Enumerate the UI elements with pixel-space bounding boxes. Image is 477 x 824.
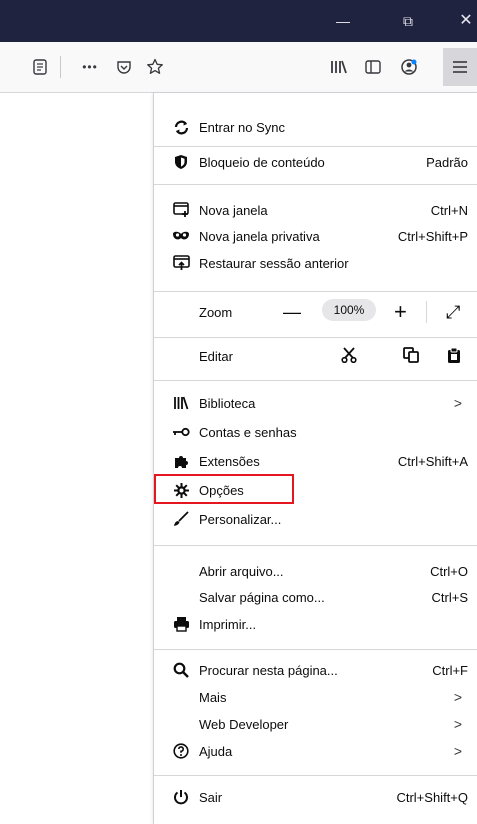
restore-session-icon (172, 254, 190, 272)
zoom-label: Zoom (199, 304, 233, 320)
shortcut-label: Ctrl+Shift+Q (396, 789, 468, 805)
key-icon (172, 423, 190, 441)
puzzle-piece-icon (172, 452, 190, 470)
menu-item-new-window[interactable]: Nova janela Ctrl+N (154, 197, 477, 223)
hamburger-menu-icon[interactable] (443, 48, 477, 86)
bookmark-star-icon[interactable] (145, 54, 165, 80)
menu-item-help[interactable]: Ajuda > (154, 738, 477, 764)
title-bar: — ⧉ ✕ (0, 0, 477, 42)
paste-icon[interactable] (447, 347, 461, 367)
menu-item-customize[interactable]: Personalizar... (154, 506, 477, 532)
private-mask-icon (172, 227, 190, 245)
menu-item-logins[interactable]: Contas e senhas (154, 419, 477, 445)
menu-item-open-file[interactable]: Abrir arquivo... Ctrl+O (154, 558, 477, 584)
zoom-in-button[interactable]: + (394, 301, 407, 323)
toolbar: ••• (0, 42, 477, 93)
menu-item-library[interactable]: Biblioteca > (154, 390, 477, 416)
submenu-arrow-icon: > (453, 395, 462, 411)
menu-item-label: Imprimir... (199, 616, 257, 632)
menu-separator (154, 775, 477, 776)
reader-view-icon[interactable] (30, 54, 50, 80)
menu-item-content-blocking[interactable]: Bloqueio de conteúdo Padrão (154, 149, 477, 175)
account-icon[interactable] (398, 54, 420, 80)
submenu-arrow-icon: > (453, 716, 462, 732)
menu-item-web-developer[interactable]: Web Developer > (154, 711, 477, 737)
sidebar-icon[interactable] (362, 54, 384, 80)
shortcut-label: Ctrl+O (430, 563, 468, 579)
edit-controls: Editar (154, 343, 477, 369)
menu-item-print[interactable]: Imprimir... (154, 611, 477, 637)
power-icon (172, 788, 190, 806)
fullscreen-button[interactable]: ⤢ (446, 301, 460, 323)
menu-item-label: Entrar no Sync (199, 119, 285, 135)
search-icon (172, 661, 190, 679)
shortcut-label: Ctrl+S (431, 589, 468, 605)
menu-item-label: Personalizar... (199, 511, 282, 527)
menu-separator (154, 337, 477, 338)
shortcut-label: Ctrl+Shift+P (397, 228, 468, 244)
menu-item-label: Nova janela (199, 202, 268, 218)
menu-item-sync[interactable]: Entrar no Sync (154, 114, 477, 140)
shortcut-label: Ctrl+N (430, 202, 468, 218)
menu-item-label: Extensões (199, 453, 260, 469)
new-window-icon (172, 201, 190, 219)
sync-icon (172, 118, 190, 136)
zoom-controls: Zoom — 100% + ⤢ (154, 299, 477, 325)
menu-item-label: Biblioteca (199, 395, 256, 411)
menu-item-label: Procurar nesta página... (199, 662, 338, 678)
menu-item-restore-session[interactable]: Restaurar sessão anterior (154, 250, 477, 276)
menu-separator (154, 545, 477, 546)
toolbar-separator (60, 56, 61, 78)
help-icon (172, 742, 190, 760)
menu-item-label: Nova janela privativa (199, 228, 320, 244)
menu-item-more[interactable]: Mais > (154, 684, 477, 710)
menu-item-addons[interactable]: Extensões Ctrl+Shift+A (154, 448, 477, 474)
paintbrush-icon (172, 510, 190, 528)
zoom-divider (426, 301, 427, 323)
zoom-out-button[interactable]: — (283, 301, 301, 323)
menu-item-label: Bloqueio de conteúdo (199, 154, 325, 170)
library-icon[interactable] (328, 54, 350, 80)
menu-item-label: Restaurar sessão anterior (199, 255, 349, 271)
submenu-arrow-icon: > (453, 743, 462, 759)
menu-separator (154, 380, 477, 381)
cut-icon[interactable] (341, 347, 357, 366)
shortcut-label: Ctrl+F (432, 662, 468, 678)
restore-button[interactable]: ⧉ (389, 0, 427, 42)
edit-label: Editar (199, 348, 233, 364)
pocket-icon[interactable] (114, 54, 134, 80)
minimize-button[interactable]: — (324, 0, 362, 42)
more-actions-icon[interactable]: ••• (78, 54, 102, 80)
menu-separator (154, 649, 477, 650)
app-menu-panel: Entrar no Sync Bloqueio de conteúdo Padr… (153, 93, 477, 824)
content-blocking-value: Padrão (426, 154, 468, 170)
menu-item-save-page[interactable]: Salvar página como... Ctrl+S (154, 584, 477, 610)
submenu-arrow-icon: > (453, 689, 462, 705)
zoom-reset-button[interactable]: 100% (322, 299, 376, 321)
menu-separator (154, 291, 477, 292)
printer-icon (172, 615, 190, 633)
copy-icon[interactable] (403, 347, 419, 366)
library-icon (172, 394, 190, 412)
shield-icon (172, 153, 190, 171)
menu-item-label: Mais (199, 689, 227, 705)
menu-item-label: Abrir arquivo... (199, 563, 284, 579)
menu-item-private-window[interactable]: Nova janela privativa Ctrl+Shift+P (154, 223, 477, 249)
menu-item-label: Ajuda (199, 743, 233, 759)
menu-item-find[interactable]: Procurar nesta página... Ctrl+F (154, 657, 477, 683)
options-highlight-box (154, 474, 294, 504)
menu-separator (154, 184, 477, 185)
menu-item-label: Web Developer (199, 716, 289, 732)
menu-item-label: Contas e senhas (199, 424, 297, 440)
menu-item-label: Salvar página como... (199, 589, 325, 605)
shortcut-label: Ctrl+Shift+A (397, 453, 468, 469)
menu-item-label: Sair (199, 789, 223, 805)
menu-separator (154, 146, 477, 147)
close-button[interactable]: ✕ (447, 0, 477, 42)
menu-item-quit[interactable]: Sair Ctrl+Shift+Q (154, 784, 477, 810)
